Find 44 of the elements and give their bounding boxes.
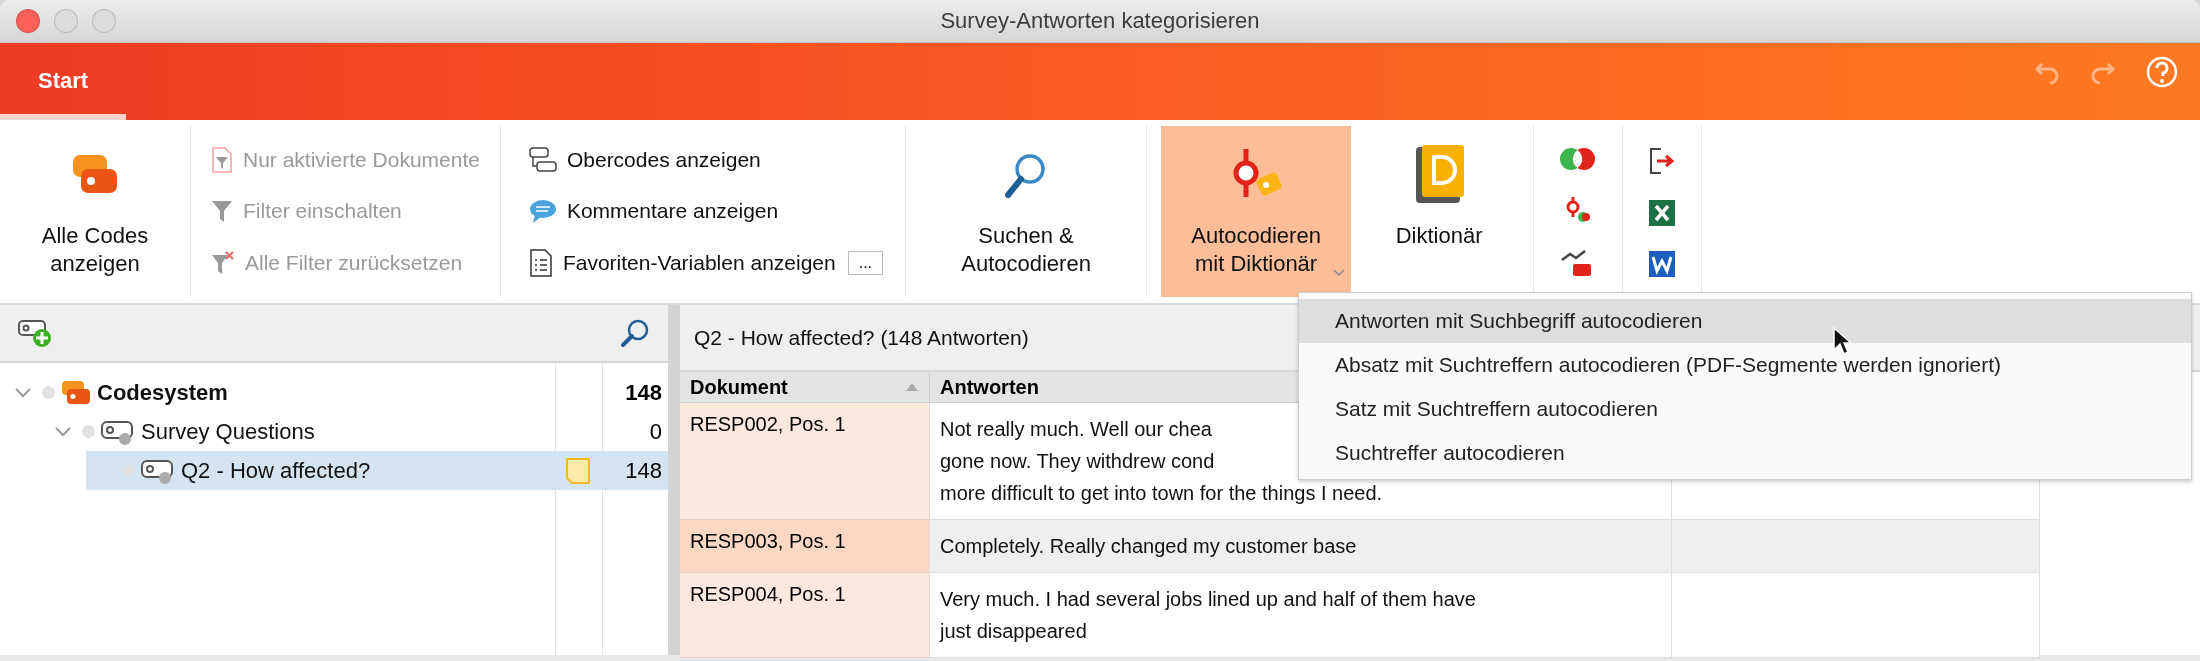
autocode-dictionary-button[interactable]: Autocodieren mit Diktionär (1161, 126, 1352, 297)
caret-icon (1333, 269, 1346, 277)
menu-item[interactable]: Satz mit Suchtreffern autocodieren (1299, 387, 2191, 431)
status-dot (42, 386, 55, 399)
view-option[interactable]: Obercodes anzeigen (522, 144, 767, 175)
chevron-down-icon (14, 386, 32, 399)
chevron-down-icon (54, 425, 72, 438)
search-autocode-button[interactable]: Suchen & Autocodieren (926, 126, 1127, 297)
answer-text: gone now. They withdrew cond (940, 449, 1215, 474)
code-system-icon (61, 379, 91, 406)
document-cell[interactable]: RESP003, Pos. 1 (680, 520, 930, 573)
menu-item[interactable]: Antworten mit Suchbegriff autocodieren (1299, 299, 2191, 343)
mouse-pointer-icon (1832, 326, 1852, 356)
status-dot (82, 425, 95, 438)
panel-title: Q2 - How affected? (148 Antworten) (694, 325, 1029, 350)
view-option[interactable]: Favoriten-Variablen anzeigen (522, 246, 842, 279)
window-title: Survey-Antworten kategorisieren (939, 8, 1261, 34)
answer-text: more difficult to get into town for the things I need. (940, 481, 1383, 506)
document-cell[interactable]: RESP004, Pos. 1 (680, 573, 930, 658)
column-header[interactable]: Dokument (680, 372, 930, 403)
answer-text: Not really much. Well our chea (940, 417, 1212, 442)
document-filter-icon (211, 146, 233, 173)
comment-icon (528, 197, 557, 224)
tree-item[interactable]: Q2 - How affected? 148 (86, 451, 668, 490)
code-count: 0 (648, 418, 663, 445)
tree-item[interactable]: Codesystem 148 (6, 373, 668, 412)
answer-text: just disappeared (940, 619, 1087, 644)
code-count: 148 (624, 379, 663, 406)
close-button[interactable] (16, 9, 40, 33)
parent-codes-icon (528, 146, 557, 173)
menu-item[interactable]: Absatz mit Suchtreffern autocodieren (PDF-Segmente werden ignoriert) (1299, 343, 2191, 387)
tree-item[interactable]: Survey Questions 0 (46, 412, 668, 451)
code-count: 148 (624, 457, 663, 484)
variables-list-icon (528, 248, 553, 277)
document-cell[interactable]: RESP002, Pos. 1 (680, 403, 930, 520)
sort-ascending-icon (905, 382, 919, 392)
filter-icon (211, 198, 233, 225)
answer-text: Completely. Really changed my customer base (940, 534, 1357, 559)
menu-item[interactable]: Suchtreffer autocodieren (1299, 431, 2191, 475)
answer-text: Very much. I had several jobs lined up and half of them have (940, 587, 1476, 612)
show-all-codes-button[interactable]: Alle Codes anzeigen (0, 126, 190, 297)
filter-reset-icon (211, 250, 235, 277)
view-option[interactable]: Kommentare anzeigen (522, 195, 785, 226)
more-button[interactable]: ... (847, 250, 884, 275)
